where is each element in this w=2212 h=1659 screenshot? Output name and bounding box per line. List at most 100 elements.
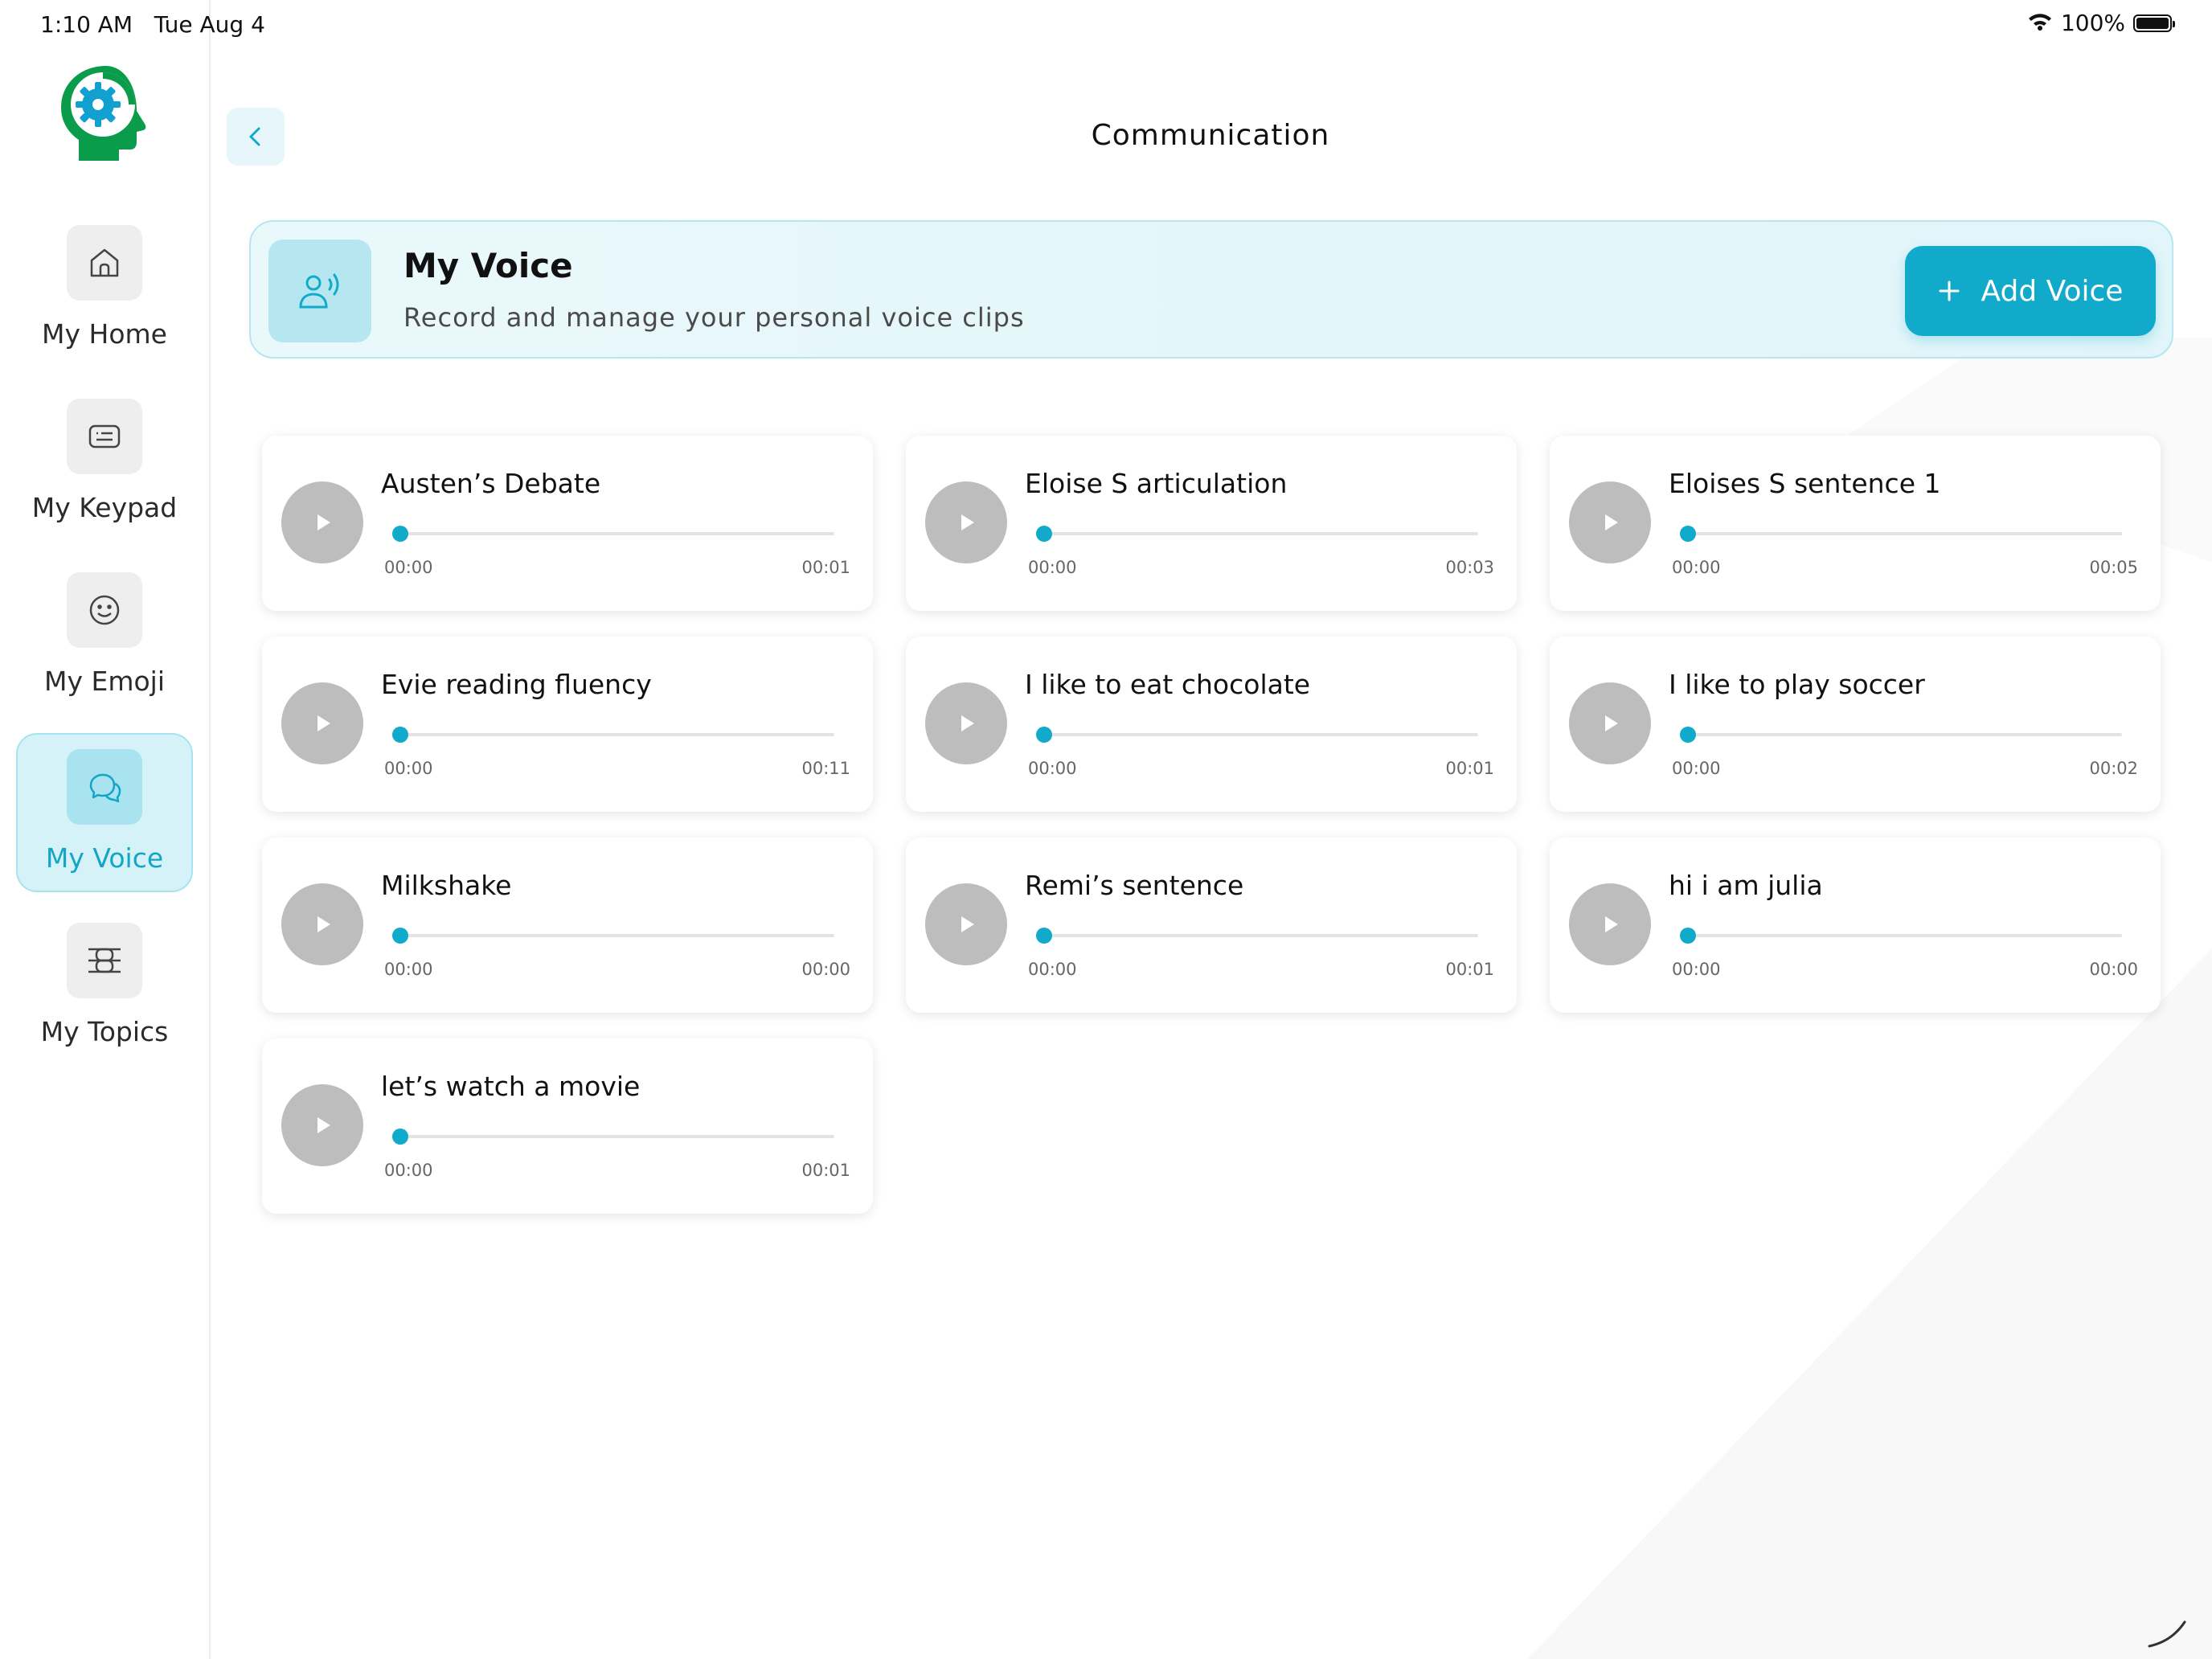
play-icon [317,1117,330,1133]
play-button[interactable] [1569,481,1651,563]
play-icon [961,514,974,530]
voice-clip-card[interactable]: I like to play soccer 00:00 00:02 [1550,637,2161,812]
duration: 00:02 [2089,759,2138,778]
battery-percent: 100% [2060,10,2125,36]
play-icon [1605,514,1618,530]
current-time: 00:00 [1672,558,1721,577]
slider-thumb[interactable] [392,1129,408,1145]
duration: 00:01 [801,558,850,577]
voice-clip-card[interactable]: Eloises S sentence 1 00:00 00:05 [1550,436,2161,611]
clip-title: Austen’s Debate [381,468,601,499]
slider-thumb[interactable] [392,928,408,944]
play-button[interactable] [281,1084,363,1166]
play-icon [961,715,974,731]
voice-clip-card[interactable]: let’s watch a movie 00:00 00:01 [262,1038,873,1214]
current-time: 00:00 [1028,960,1077,979]
play-button[interactable] [925,883,1007,965]
sidebar-item-my-voice[interactable]: My Voice [16,733,193,892]
voice-clip-card[interactable]: Austen’s Debate 00:00 00:01 [262,436,873,611]
clip-title: Eloise S articulation [1025,468,1288,499]
app-logo [61,66,146,161]
play-button[interactable] [281,883,363,965]
duration: 00:00 [801,960,850,979]
chat-bubbles-icon [67,749,142,825]
sidebar-item-label: My Keypad [31,492,178,523]
clip-title: Eloises S sentence 1 [1669,468,1941,499]
plus-icon [1939,281,1960,301]
home-icon [67,225,142,301]
sidebar-item-my-home[interactable]: My Home [16,211,193,370]
sidebar-item-label: My Home [42,318,167,350]
voice-clip-card[interactable]: Evie reading fluency 00:00 00:11 [262,637,873,812]
current-time: 00:00 [384,1161,433,1180]
status-indicators: 100% [2027,10,2175,36]
current-time: 00:00 [384,558,433,577]
clip-title: let’s watch a movie [381,1071,641,1102]
progress-slider[interactable] [392,727,834,743]
slider-thumb[interactable] [1680,727,1696,743]
add-voice-button[interactable]: Add Voice [1905,246,2156,336]
clip-title: hi i am julia [1669,870,1823,901]
voice-clip-card[interactable]: Eloise S articulation 00:00 00:03 [906,436,1517,611]
progress-slider[interactable] [1680,928,2122,944]
progress-slider[interactable] [1036,928,1478,944]
progress-slider[interactable] [1036,727,1478,743]
wifi-icon [2027,10,2053,36]
play-icon [317,514,330,530]
play-icon [961,916,974,932]
keyboard-icon [67,399,142,474]
clip-title: I like to play soccer [1669,669,1925,700]
play-button[interactable] [281,481,363,563]
sidebar-item-label: My Voice [45,842,164,874]
duration: 00:01 [1445,759,1494,778]
voice-clip-card[interactable]: I like to eat chocolate 00:00 00:01 [906,637,1517,812]
current-time: 00:00 [384,759,433,778]
play-button[interactable] [925,682,1007,764]
current-time: 00:00 [1028,558,1077,577]
duration: 00:01 [801,1161,850,1180]
progress-slider[interactable] [392,928,834,944]
clip-title: I like to eat chocolate [1025,669,1311,700]
add-voice-label: Add Voice [1981,274,2124,308]
progress-slider[interactable] [1036,526,1478,542]
progress-slider[interactable] [1680,727,2122,743]
slider-thumb[interactable] [1036,727,1052,743]
sidebar: My Home My Keypad My Emoji My Voice My T… [0,0,211,1659]
sidebar-item-my-emoji[interactable]: My Emoji [16,558,193,717]
status-bar: 1:10 AM Tue Aug 4 100% [0,0,2212,51]
slider-thumb[interactable] [392,727,408,743]
slider-thumb[interactable] [1680,526,1696,542]
voice-clip-card[interactable]: Remi’s sentence 00:00 00:01 [906,838,1517,1013]
clip-title: Remi’s sentence [1025,870,1244,901]
voice-clip-card[interactable]: Milkshake 00:00 00:00 [262,838,873,1013]
duration: 00:03 [1445,558,1494,577]
progress-slider[interactable] [392,1129,834,1145]
slider-thumb[interactable] [1036,928,1052,944]
play-button[interactable] [925,481,1007,563]
my-voice-banner: My Voice Record and manage your personal… [249,220,2173,358]
topics-icon [67,923,142,998]
play-icon [317,715,330,731]
play-button[interactable] [1569,682,1651,764]
slider-thumb[interactable] [392,526,408,542]
voice-clip-card[interactable]: hi i am julia 00:00 00:00 [1550,838,2161,1013]
sidebar-item-my-keypad[interactable]: My Keypad [16,384,193,543]
sidebar-item-label: My Topics [40,1016,169,1047]
play-button[interactable] [281,682,363,764]
corner-indicator [2148,1620,2186,1648]
battery-icon [2133,14,2175,32]
play-icon [1605,916,1618,932]
duration: 00:05 [2089,558,2138,577]
voice-user-icon [268,240,371,342]
page-title: Communication [1091,119,1330,152]
duration: 00:00 [2089,960,2138,979]
progress-slider[interactable] [392,526,834,542]
current-time: 00:00 [384,960,433,979]
play-button[interactable] [1569,883,1651,965]
voice-clip-grid: Austen’s Debate 00:00 00:01 Eloise S articu… [262,436,2161,1214]
play-icon [1605,715,1618,731]
slider-thumb[interactable] [1680,928,1696,944]
progress-slider[interactable] [1680,526,2122,542]
slider-thumb[interactable] [1036,526,1052,542]
sidebar-item-my-topics[interactable]: My Topics [16,908,193,1067]
